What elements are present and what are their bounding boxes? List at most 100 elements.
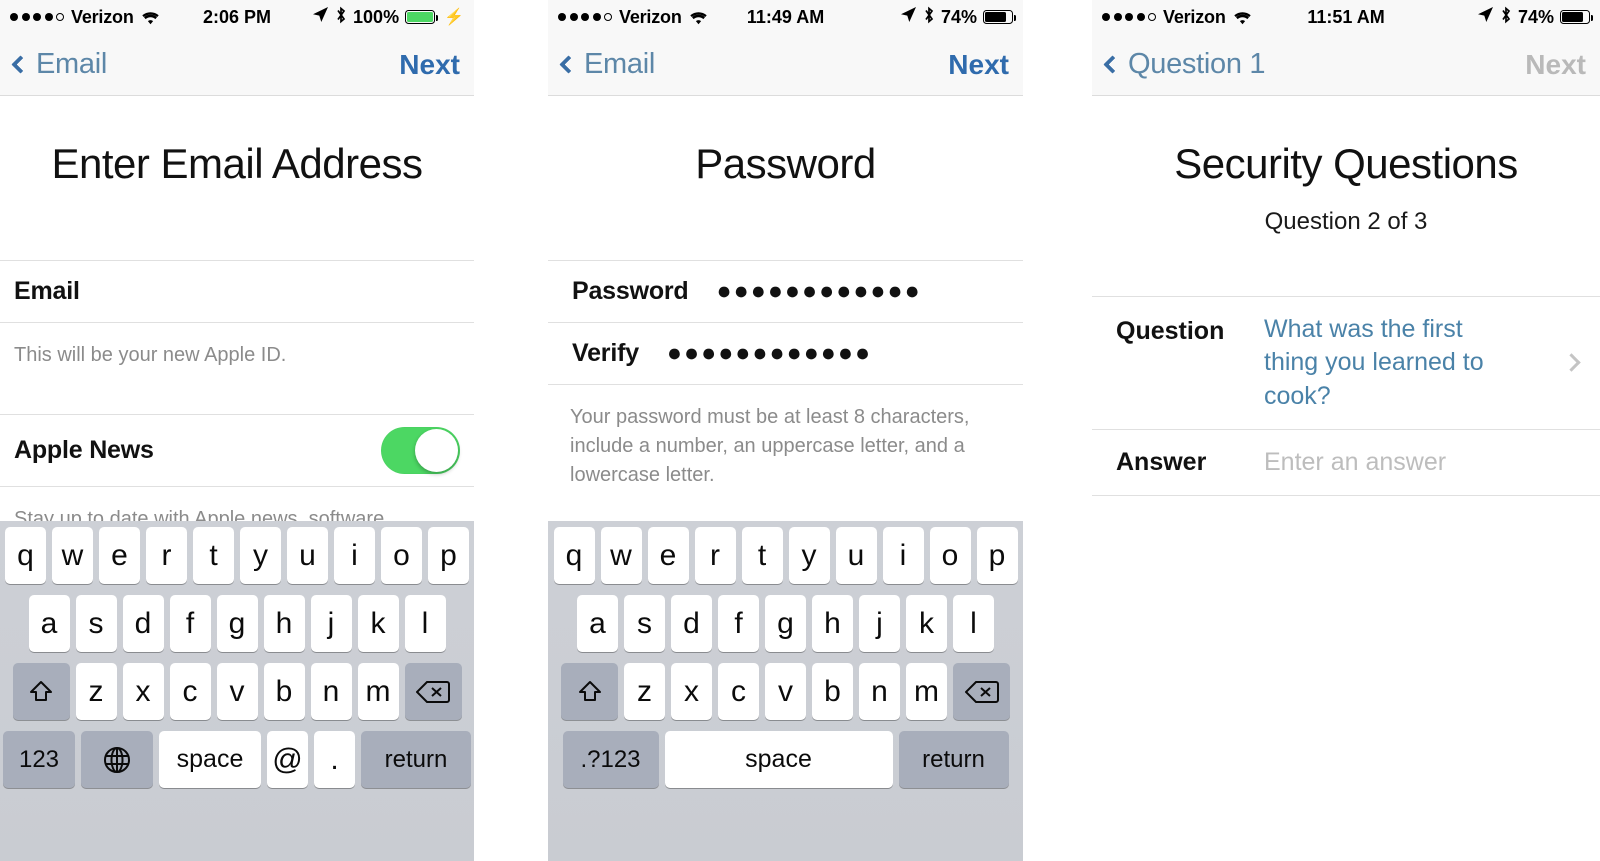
key-l[interactable]: l [404, 595, 446, 652]
key-n[interactable]: n [310, 663, 352, 720]
shift-arrow-icon[interactable] [12, 663, 70, 720]
battery-icon [1560, 10, 1594, 24]
wifi-icon [1233, 10, 1252, 25]
key-k[interactable]: k [357, 595, 399, 652]
backspace-icon[interactable] [953, 663, 1010, 720]
key-t[interactable]: t [741, 527, 783, 584]
symbols-key[interactable]: .?123 [562, 731, 659, 788]
key-w[interactable]: w [52, 527, 93, 584]
question-progress: Question 2 of 3 [1264, 208, 1428, 235]
key-u[interactable]: u [835, 527, 877, 584]
key-n[interactable]: n [859, 663, 900, 720]
key-s[interactable]: s [75, 595, 117, 652]
key-j[interactable]: j [859, 595, 900, 652]
key-y[interactable]: y [240, 527, 281, 584]
email-field-label: Email [14, 277, 80, 305]
key-b[interactable]: b [263, 663, 305, 720]
numbers-key[interactable]: 123 [3, 731, 75, 788]
bluetooth-icon [335, 6, 347, 29]
back-button[interactable]: Question 1 [1103, 48, 1266, 81]
key-c[interactable]: c [718, 663, 759, 720]
key-v[interactable]: v [216, 663, 258, 720]
key-x[interactable]: x [671, 663, 712, 720]
key-m[interactable]: m [357, 663, 399, 720]
key-f[interactable]: f [718, 595, 759, 652]
backspace-icon[interactable] [404, 663, 462, 720]
key-d[interactable]: d [122, 595, 164, 652]
security-question-row[interactable]: Question What was the first thing you le… [1092, 297, 1600, 430]
key-k[interactable]: k [906, 595, 947, 652]
apple-news-toggle[interactable] [381, 427, 460, 474]
status-bar-right: 74% [900, 6, 1017, 29]
key-w[interactable]: w [600, 527, 642, 584]
signal-strength-icon [558, 13, 612, 21]
page-title: Password [695, 140, 876, 187]
email-field-row[interactable]: Email [0, 261, 474, 323]
key-x[interactable]: x [122, 663, 164, 720]
space-key[interactable]: space [664, 731, 893, 788]
next-button[interactable]: Next [1525, 49, 1586, 81]
signal-strength-icon [10, 13, 64, 21]
security-answer-row[interactable]: Answer Enter an answer [1092, 430, 1600, 496]
key-z[interactable]: z [624, 663, 665, 720]
key-e[interactable]: e [647, 527, 689, 584]
key-a[interactable]: a [28, 595, 70, 652]
key-r[interactable]: r [694, 527, 736, 584]
key-h[interactable]: h [812, 595, 853, 652]
password-requirements-hint: Your password must be at least 8 charact… [570, 406, 970, 486]
keyboard-row-1: q w e r t y u i o p [551, 527, 1020, 584]
phone-screen-password: Verizon 11:49 AM 74% Email Next Password… [548, 0, 1023, 861]
key-h[interactable]: h [263, 595, 305, 652]
at-key[interactable]: @ [267, 731, 308, 788]
key-l[interactable]: l [953, 595, 994, 652]
answer-label: Answer [1116, 447, 1207, 476]
location-arrow-icon [1477, 6, 1494, 28]
key-e[interactable]: e [99, 527, 140, 584]
key-m[interactable]: m [906, 663, 947, 720]
return-key[interactable]: return [361, 731, 471, 788]
key-y[interactable]: y [788, 527, 830, 584]
keyboard-row-3: z x c v b n m [551, 663, 1020, 720]
key-o[interactable]: o [381, 527, 422, 584]
verify-field-label: Verify [572, 339, 639, 367]
key-s[interactable]: s [624, 595, 665, 652]
answer-input[interactable]: Enter an answer [1264, 448, 1446, 477]
period-key[interactable]: . [314, 731, 355, 788]
key-u[interactable]: u [287, 527, 328, 584]
status-bar-left: Verizon [1102, 7, 1252, 28]
key-i[interactable]: i [882, 527, 924, 584]
next-button[interactable]: Next [948, 49, 1009, 81]
keyboard-password[interactable]: q w e r t y u i o p a s d f g h j k l z … [548, 521, 1023, 861]
key-j[interactable]: j [310, 595, 352, 652]
verify-field-row[interactable]: Verify ●●●●●●●●●●●● [548, 323, 1023, 385]
keyboard-email[interactable]: q w e r t y u i o p a s d f g h j k l z … [0, 521, 474, 861]
key-q[interactable]: q [553, 527, 595, 584]
key-p[interactable]: p [976, 527, 1018, 584]
back-button-label: Email [584, 48, 656, 80]
globe-icon[interactable] [81, 731, 153, 788]
back-button[interactable]: Email [11, 48, 107, 81]
key-i[interactable]: i [334, 527, 375, 584]
key-t[interactable]: t [193, 527, 234, 584]
back-button[interactable]: Email [559, 48, 656, 81]
key-z[interactable]: z [75, 663, 117, 720]
key-q[interactable]: q [5, 527, 46, 584]
next-button[interactable]: Next [399, 49, 460, 81]
key-d[interactable]: d [671, 595, 712, 652]
key-v[interactable]: v [765, 663, 806, 720]
key-r[interactable]: r [146, 527, 187, 584]
shift-arrow-icon[interactable] [561, 663, 618, 720]
space-key[interactable]: space [159, 731, 261, 788]
key-b[interactable]: b [812, 663, 853, 720]
key-f[interactable]: f [169, 595, 211, 652]
key-g[interactable]: g [216, 595, 258, 652]
key-g[interactable]: g [765, 595, 806, 652]
toggle-knob [415, 429, 458, 472]
key-o[interactable]: o [929, 527, 971, 584]
key-a[interactable]: a [577, 595, 618, 652]
apple-news-row[interactable]: Apple News [0, 415, 474, 487]
key-p[interactable]: p [428, 527, 469, 584]
return-key[interactable]: return [898, 731, 1009, 788]
password-field-row[interactable]: Password ●●●●●●●●●●●● [548, 261, 1023, 323]
key-c[interactable]: c [169, 663, 211, 720]
